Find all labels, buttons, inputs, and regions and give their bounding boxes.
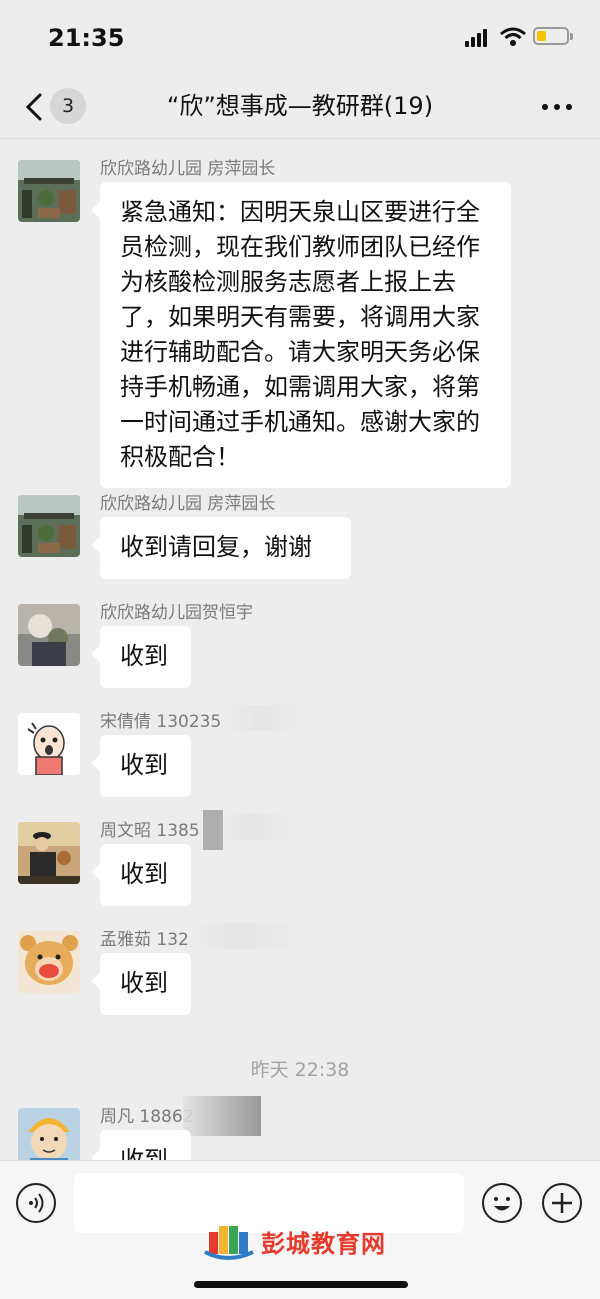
message-bubble[interactable]: 收到 [91, 844, 191, 906]
status-bar: 21:35 [0, 0, 600, 80]
sender-name: 欣欣路幼儿园贺恒宇 [100, 603, 253, 623]
cellular-signal-icon [465, 29, 491, 47]
home-indicator[interactable] [194, 1281, 408, 1288]
plus-icon [552, 1193, 572, 1213]
watermark-text: 彭城教育网 [261, 1230, 386, 1258]
redaction-blur [223, 705, 303, 731]
avatar[interactable] [18, 160, 80, 222]
site-watermark: 彭城教育网 [203, 1218, 385, 1268]
input-bar: 彭城教育网 [0, 1160, 600, 1299]
more-options-icon[interactable] [540, 96, 574, 116]
message-timestamp: 昨天 22:38 [250, 1059, 350, 1081]
avatar[interactable] [18, 822, 80, 884]
book-logo-icon [204, 1226, 254, 1260]
message-bubble[interactable]: 收到 [91, 626, 191, 688]
chat-message-list[interactable]: 欣欣路幼儿园 房萍园长 紧急通知：因明天泉山区要进行全员检测，现在我们教师团队已… [0, 140, 600, 1160]
sender-name: 欣欣路幼儿园 房萍园长 [100, 494, 276, 514]
avatar[interactable] [18, 1108, 80, 1160]
sender-name: 欣欣路幼儿园 房萍园长 [100, 159, 276, 179]
sender-name: 宋倩倩 130235 [100, 712, 222, 732]
sender-name: 周凡 18862 [100, 1107, 194, 1127]
redaction-blur [193, 923, 303, 949]
voice-input-button[interactable] [16, 1183, 56, 1223]
chat-title: “欣”想事成—教研群(19) [166, 92, 434, 120]
sender-name: 周文昭 1385 [100, 821, 200, 841]
avatar[interactable] [18, 931, 80, 993]
message-bubble[interactable]: 收到 [91, 735, 191, 797]
avatar[interactable] [18, 604, 80, 666]
avatar[interactable] [18, 713, 80, 775]
redaction-blur [223, 814, 293, 840]
smiley-icon [494, 1197, 510, 1211]
redaction-blur [183, 1096, 261, 1136]
chat-header: 3 “欣”想事成—教研群(19) [0, 80, 600, 139]
sender-name: 孟雅茹 132 [100, 930, 189, 950]
emoji-button[interactable] [482, 1183, 522, 1223]
redaction-blur [203, 810, 223, 850]
message-bubble[interactable]: 收到 [91, 1130, 191, 1160]
wifi-icon [500, 27, 526, 46]
more-actions-button[interactable] [542, 1183, 582, 1223]
status-time: 21:35 [48, 24, 125, 52]
avatar[interactable] [18, 495, 80, 557]
message-bubble[interactable]: 收到 [91, 953, 191, 1015]
message-bubble[interactable]: 紧急通知：因明天泉山区要进行全员检测，现在我们教师团队已经作为核酸检测服务志愿者… [91, 182, 511, 488]
battery-icon [533, 27, 573, 45]
message-bubble[interactable]: 收到请回复，谢谢 [91, 517, 351, 579]
voice-icon [29, 1193, 44, 1213]
